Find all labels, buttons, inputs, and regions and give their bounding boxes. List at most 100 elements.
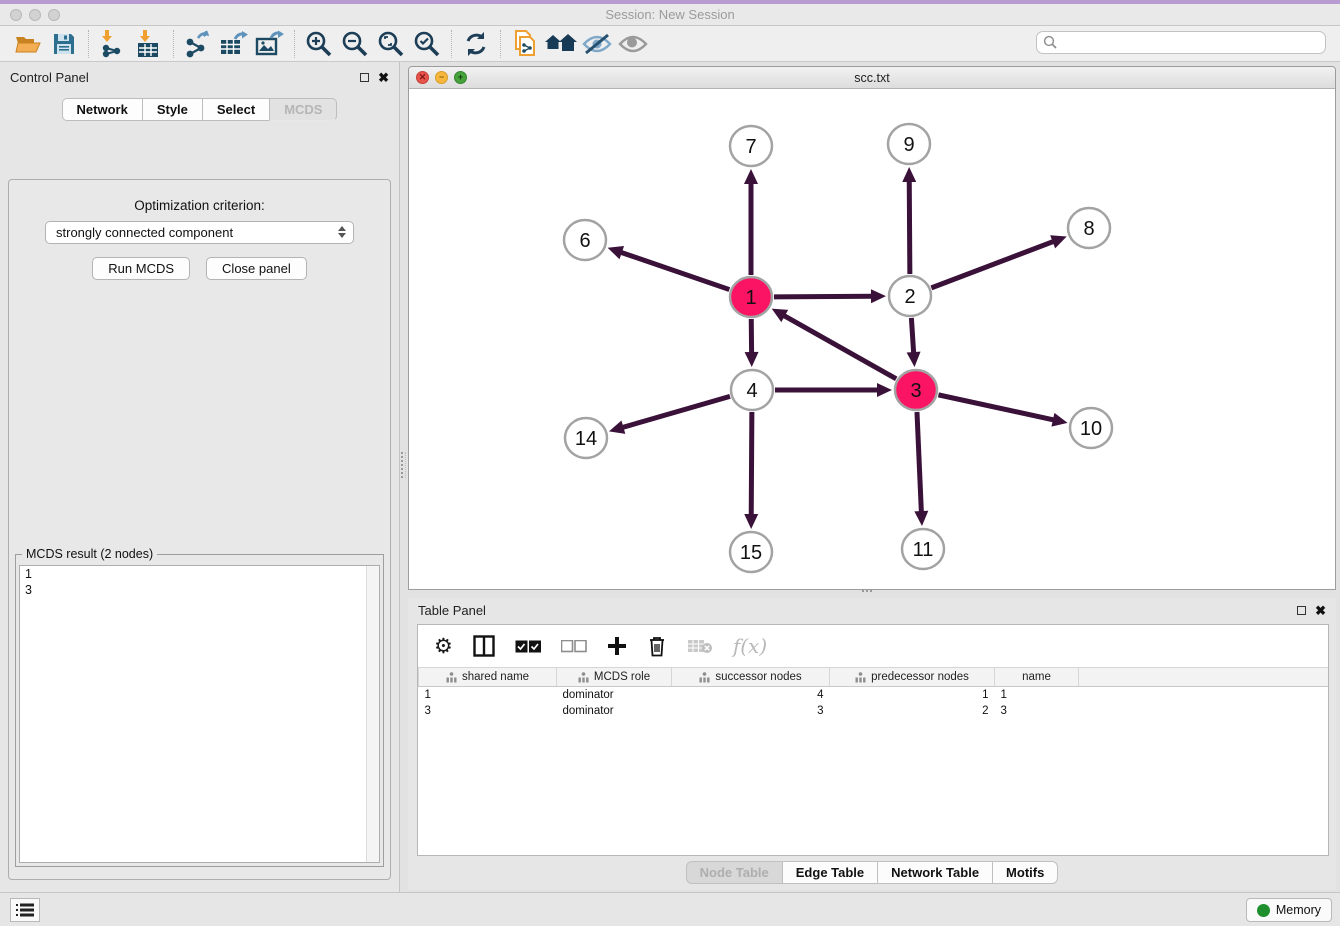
network-canvas[interactable]: 7968124314101511: [409, 89, 1335, 589]
refresh-icon[interactable]: [458, 29, 494, 59]
save-session-icon[interactable]: [46, 29, 82, 59]
cell-mcds-role[interactable]: dominator: [557, 703, 672, 719]
hide-details-icon[interactable]: [579, 29, 615, 59]
table-row[interactable]: 1 dominator 4 1 1: [419, 687, 1329, 703]
zoom-selected-icon[interactable]: [409, 29, 445, 59]
network-close-icon[interactable]: ✕: [416, 71, 429, 84]
edge-arrowhead: [902, 167, 916, 182]
home-icon[interactable]: [543, 29, 579, 59]
window-title: Session: New Session: [0, 7, 1340, 22]
add-column-icon[interactable]: [607, 636, 627, 656]
graph-node-label: 11: [913, 539, 934, 561]
cell-name[interactable]: 1: [995, 687, 1079, 703]
tab-style[interactable]: Style: [142, 98, 202, 121]
chevron-up-down-icon: [338, 226, 346, 238]
mcds-result-title: MCDS result (2 nodes): [22, 547, 157, 561]
edge-2-8[interactable]: [931, 241, 1054, 288]
tab-network-table[interactable]: Network Table: [877, 861, 992, 884]
edge-2-3[interactable]: [911, 318, 913, 354]
edge-arrowhead: [1051, 413, 1067, 427]
tab-mcds[interactable]: MCDS: [269, 98, 337, 121]
edge-1-2[interactable]: [774, 296, 873, 297]
edge-3-11[interactable]: [917, 412, 921, 513]
network-minimize-icon[interactable]: −: [435, 71, 448, 84]
edge-2-9[interactable]: [909, 180, 910, 274]
close-table-panel-icon[interactable]: ✖: [1315, 604, 1326, 617]
select-all-icon[interactable]: [515, 640, 541, 653]
table-panel-title: Table Panel: [418, 603, 486, 618]
zoom-window-icon[interactable]: [48, 9, 60, 21]
show-details-icon[interactable]: [615, 29, 651, 59]
task-history-button[interactable]: [10, 898, 40, 922]
network-window-title: scc.txt: [409, 71, 1335, 85]
graph-node-label: 7: [745, 136, 756, 158]
export-image-icon[interactable]: [252, 29, 288, 59]
graph-node-label: 4: [746, 380, 757, 402]
edge-3-10[interactable]: [938, 395, 1054, 420]
network-window-titlebar[interactable]: ✕ − + scc.txt: [409, 67, 1335, 89]
open-file-icon[interactable]: [10, 29, 46, 59]
cell-mcds-role[interactable]: dominator: [557, 687, 672, 703]
cell-name[interactable]: 3: [995, 703, 1079, 719]
export-table-icon[interactable]: [216, 29, 252, 59]
cell-successor-nodes[interactable]: 3: [672, 703, 830, 719]
edge-4-15[interactable]: [751, 412, 752, 516]
cell-predecessor-nodes[interactable]: 2: [830, 703, 995, 719]
tab-node-table[interactable]: Node Table: [686, 861, 782, 884]
control-panel: Control Panel ✖ Network Style Select MCD…: [0, 62, 400, 892]
mcds-result-line: 1: [20, 566, 379, 582]
window-controls[interactable]: [10, 9, 60, 21]
zoom-out-icon[interactable]: [337, 29, 373, 59]
export-network-icon[interactable]: [180, 29, 216, 59]
result-scrollbar[interactable]: [366, 566, 379, 862]
toolbar-separator: [500, 30, 501, 58]
column-header-predecessor-nodes[interactable]: predecessor nodes: [830, 668, 995, 687]
function-builder-icon[interactable]: f(x): [733, 634, 767, 658]
graph-node-label: 10: [1080, 418, 1102, 440]
optimization-criterion-select[interactable]: strongly connected component: [45, 221, 354, 244]
tab-motifs[interactable]: Motifs: [992, 861, 1058, 884]
table-settings-gear-icon[interactable]: ⚙: [434, 634, 453, 659]
network-maximize-icon[interactable]: +: [454, 71, 467, 84]
split-divider-handle[interactable]: [401, 452, 406, 478]
float-panel-icon[interactable]: [360, 73, 369, 82]
search-input[interactable]: [1036, 31, 1326, 54]
column-selector-icon[interactable]: [473, 635, 495, 657]
tab-select[interactable]: Select: [202, 98, 269, 121]
tab-edge-table[interactable]: Edge Table: [782, 861, 877, 884]
run-mcds-button[interactable]: Run MCDS: [92, 257, 190, 280]
column-header-name[interactable]: name: [995, 668, 1079, 687]
minimize-window-icon[interactable]: [29, 9, 41, 21]
import-network-icon[interactable]: [95, 29, 131, 59]
status-bar: Memory: [0, 892, 1340, 926]
graph-node-label: 9: [903, 134, 914, 156]
cell-predecessor-nodes[interactable]: 1: [830, 687, 995, 703]
column-header-successor-nodes[interactable]: successor nodes: [672, 668, 830, 687]
table-row[interactable]: 3 dominator 3 2 3: [419, 703, 1329, 719]
edge-4-14[interactable]: [621, 396, 730, 427]
zoom-fit-icon[interactable]: [373, 29, 409, 59]
delete-column-trash-icon[interactable]: [647, 635, 667, 657]
memory-button[interactable]: Memory: [1246, 898, 1332, 922]
float-table-panel-icon[interactable]: [1297, 606, 1306, 615]
edge-1-6[interactable]: [620, 252, 729, 290]
search-field-wrap: [1036, 31, 1326, 54]
cell-shared-name[interactable]: 3: [419, 703, 557, 719]
tab-network[interactable]: Network: [62, 98, 142, 121]
delete-table-icon[interactable]: [687, 638, 713, 654]
import-table-icon[interactable]: [131, 29, 167, 59]
column-header-mcds-role[interactable]: MCDS role: [557, 668, 672, 687]
network-canvas-svg: 7968124314101511: [409, 89, 1335, 589]
close-window-icon[interactable]: [10, 9, 22, 21]
mcds-result-area[interactable]: 1 3: [19, 565, 380, 863]
close-panel-icon[interactable]: ✖: [378, 71, 389, 84]
close-panel-button[interactable]: Close panel: [206, 257, 307, 280]
horizontal-divider-handle[interactable]: [862, 590, 872, 595]
cell-successor-nodes[interactable]: 4: [672, 687, 830, 703]
column-header-shared-name[interactable]: shared name: [419, 668, 557, 687]
edge-3-1[interactable]: [783, 315, 896, 379]
cell-shared-name[interactable]: 1: [419, 687, 557, 703]
zoom-in-icon[interactable]: [301, 29, 337, 59]
clone-network-icon[interactable]: [507, 29, 543, 59]
deselect-all-icon[interactable]: [561, 640, 587, 653]
